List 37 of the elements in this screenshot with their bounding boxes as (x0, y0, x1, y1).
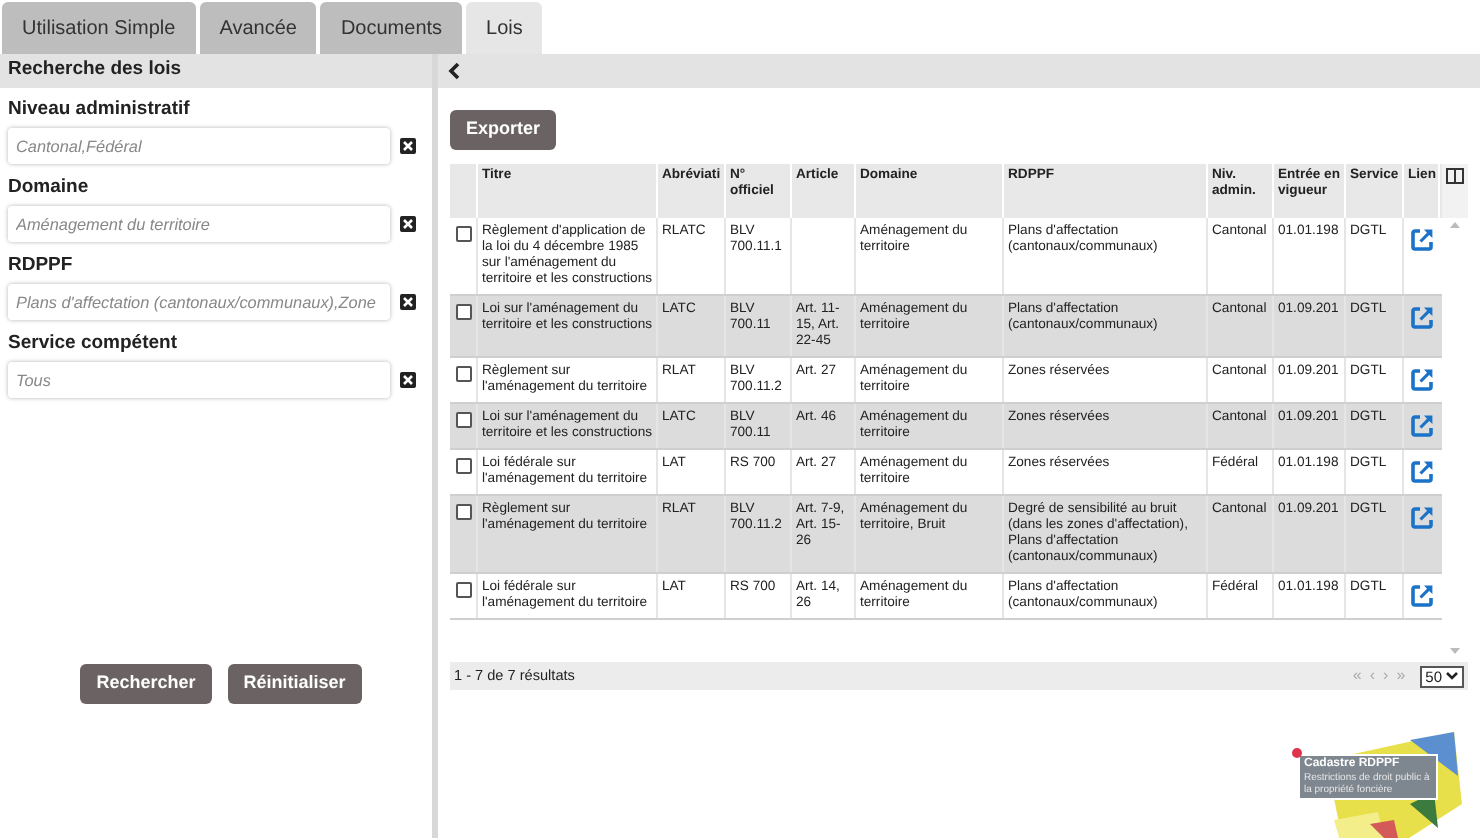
chevron-down-icon (1446, 672, 1458, 680)
row-checkbox[interactable] (455, 412, 471, 428)
row-checkbox[interactable] (455, 458, 471, 474)
tab[interactable]: Lois (466, 2, 543, 54)
external-link-icon[interactable] (1410, 228, 1434, 252)
clear-icon[interactable] (400, 372, 416, 388)
external-link-icon[interactable] (1410, 506, 1434, 530)
filter-field[interactable]: Tous (8, 362, 390, 398)
clear-icon[interactable] (400, 138, 416, 154)
filter-field[interactable]: Cantonal,Fédéral (8, 128, 390, 164)
clear-icon[interactable] (400, 216, 416, 232)
external-link-icon[interactable] (1410, 584, 1434, 608)
filter-label: Domaine (8, 176, 91, 200)
filter-label: Niveau administratif (8, 98, 192, 122)
action-button[interactable]: Réinitialiser (227, 664, 362, 704)
clear-icon[interactable] (400, 294, 416, 310)
column-chooser-icon[interactable] (1446, 168, 1464, 184)
external-link-icon[interactable] (1410, 414, 1434, 438)
export-button[interactable]: Exporter (450, 109, 557, 150)
row-checkbox[interactable] (455, 582, 471, 598)
table-row[interactable] (450, 496, 1442, 574)
row-checkbox[interactable] (455, 226, 471, 242)
tab[interactable]: Avancée (199, 2, 317, 54)
action-button[interactable]: Rechercher (80, 664, 212, 704)
row-checkbox[interactable] (455, 504, 471, 520)
filter-label: Service compétent (8, 332, 179, 356)
filter-field[interactable]: Plans d'affectation (cantonaux/communaux),Zone (8, 284, 390, 320)
external-link-icon[interactable] (1410, 460, 1434, 484)
tab[interactable]: Documents (320, 2, 463, 54)
collapse-icon[interactable] (448, 62, 460, 80)
panel-title: Recherche des lois (8, 56, 182, 85)
tab[interactable]: Utilisation Simple (2, 2, 196, 54)
external-link-icon[interactable] (1410, 368, 1434, 392)
row-checkbox[interactable] (455, 366, 471, 382)
external-link-icon[interactable] (1410, 306, 1434, 330)
row-checkbox[interactable] (455, 304, 471, 320)
filter-label: RDPPF (8, 254, 75, 278)
